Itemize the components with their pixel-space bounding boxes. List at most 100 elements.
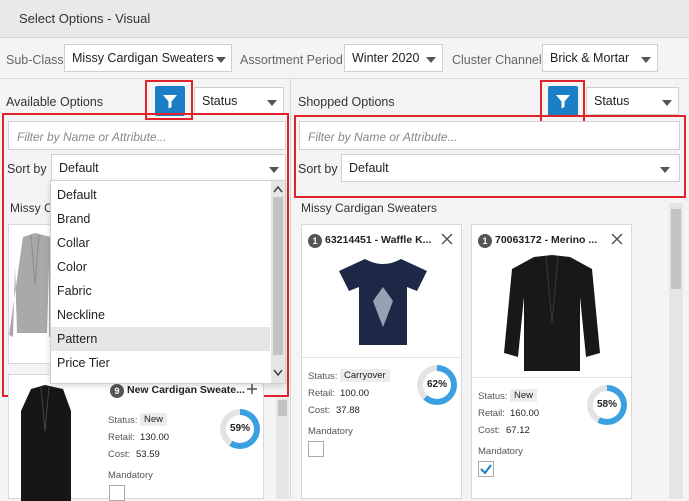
- dropdown-scroll-thumb[interactable]: [273, 197, 283, 355]
- sort-option-color[interactable]: Color: [51, 255, 270, 279]
- sort-option-price-tier[interactable]: Price Tier: [51, 351, 270, 375]
- shopped-sort-label: Sort by: [298, 162, 338, 176]
- card-title: 70063172 - Merino ...: [495, 234, 598, 246]
- card-divider: [472, 377, 631, 378]
- window-title: Select Options - Visual: [19, 11, 151, 26]
- retail-value: 160.00: [510, 408, 540, 419]
- period-select[interactable]: Winter 2020: [344, 44, 443, 72]
- caret-down-icon: [641, 57, 651, 63]
- available-filter-input[interactable]: Filter by Name or Attribute...: [8, 121, 286, 150]
- cost-label: Cost:: [108, 449, 131, 460]
- cluster-label: Cluster Channel: [452, 53, 542, 67]
- subclass-select[interactable]: Missy Cardigan Sweaters: [64, 44, 232, 72]
- mandatory-checkbox[interactable]: [478, 461, 494, 477]
- available-sort-label: Sort by: [7, 162, 47, 176]
- sort-option-collar[interactable]: Collar: [51, 231, 270, 255]
- shopped-section-label: Missy Cardigan Sweaters: [301, 201, 438, 215]
- close-icon[interactable]: [441, 233, 453, 245]
- retail-label: Retail:: [108, 432, 135, 443]
- caret-down-icon: [267, 100, 277, 106]
- mandatory-checkbox[interactable]: [308, 441, 324, 457]
- shopped-sort-select[interactable]: Default: [341, 154, 680, 182]
- close-icon[interactable]: [611, 233, 623, 245]
- chevron-up-icon[interactable]: [273, 185, 283, 193]
- plus-icon[interactable]: [246, 383, 258, 395]
- status-badge: New: [140, 413, 168, 426]
- status-badge: Carryover: [340, 369, 390, 382]
- available-scroll-thumb[interactable]: [278, 400, 287, 416]
- available-filter-placeholder: Filter by Name or Attribute...: [17, 130, 167, 144]
- shopped-card[interactable]: 1 70063172 - Merino ... Status: New Reta…: [471, 224, 632, 499]
- shopped-card[interactable]: 1 63214451 - Waffle K... Status: Carryov…: [301, 224, 462, 499]
- black-cardigan-image: [21, 385, 71, 501]
- available-status-label: Status: [202, 94, 238, 108]
- retail-label: Retail:: [478, 408, 505, 419]
- percent-value: 59%: [226, 415, 254, 443]
- status-label: Status:: [108, 415, 138, 426]
- cost-label: Cost:: [308, 405, 331, 416]
- black-cardigan-image: [504, 255, 600, 371]
- sort-option-neckline[interactable]: Neckline: [51, 303, 270, 327]
- shopped-title: Shopped Options: [298, 95, 395, 109]
- shopped-filter-input[interactable]: Filter by Name or Attribute...: [299, 121, 680, 150]
- percent-value: 62%: [423, 371, 451, 399]
- cost-label: Cost:: [478, 425, 501, 436]
- cost-value: 37.88: [336, 405, 360, 416]
- cost-value: 53.59: [136, 449, 160, 460]
- chevron-down-icon[interactable]: [273, 369, 283, 377]
- dropdown-scrollbar[interactable]: [271, 181, 285, 383]
- sort-dropdown[interactable]: Default Brand Collar Color Fabric Neckli…: [50, 180, 286, 384]
- navy-tee-image: [339, 259, 427, 345]
- title-bar: Select Options - Visual: [0, 0, 689, 38]
- caret-down-icon: [426, 57, 436, 63]
- count-badge: 9: [110, 384, 124, 398]
- cluster-value: Brick & Mortar: [550, 51, 630, 65]
- period-label: Assortment Period: [240, 53, 343, 67]
- percent-ring: 58%: [587, 385, 627, 425]
- shopped-scrollbar[interactable]: [669, 203, 683, 499]
- caret-down-icon: [216, 57, 226, 63]
- shopped-filter-placeholder: Filter by Name or Attribute...: [308, 130, 458, 144]
- available-filter-button[interactable]: [155, 86, 185, 116]
- cost-value: 67.12: [506, 425, 530, 436]
- retail-label: Retail:: [308, 388, 335, 399]
- count-badge: 1: [308, 234, 322, 248]
- retail-value: 130.00: [140, 432, 170, 443]
- card-divider: [302, 357, 461, 358]
- shopped-sort-value: Default: [349, 161, 389, 175]
- shopped-filter-button[interactable]: [548, 86, 578, 116]
- filter-icon: [556, 95, 570, 109]
- mandatory-label: Mandatory: [108, 470, 153, 481]
- percent-ring: 59%: [220, 409, 260, 449]
- available-scrollbar[interactable]: [276, 398, 289, 499]
- divider: [0, 78, 689, 79]
- sort-option-pattern[interactable]: Pattern: [51, 327, 270, 351]
- subclass-label: Sub-Class: [6, 53, 64, 67]
- shopped-scroll-thumb[interactable]: [671, 209, 681, 289]
- available-sort-select[interactable]: Default: [51, 154, 286, 182]
- available-section-label: Missy C: [10, 201, 53, 215]
- mandatory-label: Mandatory: [478, 446, 523, 457]
- shopped-status-label: Status: [594, 94, 630, 108]
- check-icon: [480, 464, 492, 475]
- subclass-value: Missy Cardigan Sweaters: [72, 51, 214, 65]
- available-card[interactable]: 9 New Cardigan Sweate... Status: New Ret…: [8, 374, 264, 501]
- available-sort-value: Default: [59, 161, 99, 175]
- cluster-select[interactable]: Brick & Mortar: [542, 44, 658, 72]
- sort-option-fabric[interactable]: Fabric: [51, 279, 270, 303]
- status-badge: New: [510, 389, 538, 402]
- caret-down-icon: [660, 167, 670, 173]
- sort-option-brand[interactable]: Brand: [51, 207, 270, 231]
- percent-value: 58%: [593, 391, 621, 419]
- available-title: Available Options: [6, 95, 104, 109]
- period-value: Winter 2020: [352, 51, 420, 65]
- percent-ring: 62%: [417, 365, 457, 405]
- sort-option-default[interactable]: Default: [51, 183, 270, 207]
- status-label: Status:: [478, 391, 508, 402]
- available-status-select[interactable]: Status: [194, 87, 284, 115]
- shopped-status-select[interactable]: Status: [586, 87, 679, 115]
- mandatory-label: Mandatory: [308, 426, 353, 437]
- retail-value: 100.00: [340, 388, 370, 399]
- status-label: Status:: [308, 371, 338, 382]
- caret-down-icon: [662, 100, 672, 106]
